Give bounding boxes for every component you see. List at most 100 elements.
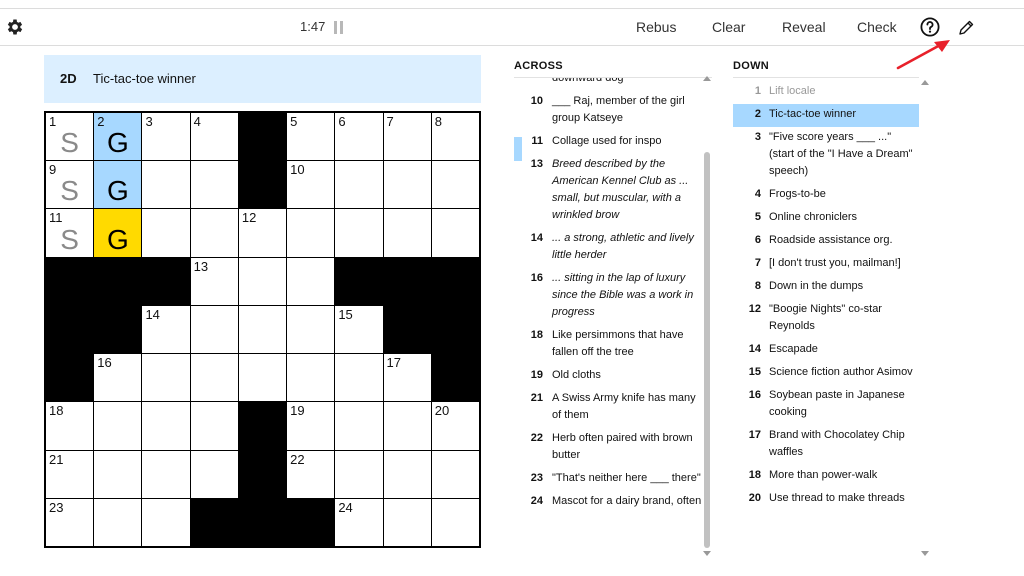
down-clue-item[interactable]: 18 More than power-walk — [733, 465, 919, 488]
grid-cell[interactable]: 7 — [383, 113, 431, 161]
grid-cell[interactable]: 16 — [94, 354, 142, 402]
grid-cell[interactable] — [238, 305, 287, 354]
grid-cell[interactable] — [335, 402, 383, 450]
grid-cell[interactable]: G — [94, 209, 142, 257]
grid-cell[interactable] — [335, 161, 383, 209]
grid-cell[interactable]: 12 — [238, 209, 287, 257]
grid-cell[interactable]: 23 — [46, 498, 94, 546]
down-scrollbar[interactable] — [921, 80, 929, 556]
grid-cell[interactable]: 2G — [94, 113, 142, 161]
grid-cell[interactable] — [94, 402, 142, 450]
grid-cell[interactable] — [431, 209, 479, 257]
grid-cell[interactable] — [287, 209, 335, 257]
grid-cell[interactable] — [190, 402, 238, 450]
check-button[interactable]: Check — [857, 19, 897, 35]
pause-icon[interactable] — [334, 21, 344, 34]
grid-cell[interactable] — [190, 209, 238, 257]
grid-cell[interactable]: 8 — [431, 113, 479, 161]
grid-cell[interactable] — [142, 354, 190, 402]
grid-cell[interactable] — [142, 402, 190, 450]
grid-cell[interactable]: 14 — [142, 305, 190, 354]
grid-cell[interactable]: 24 — [335, 498, 383, 546]
across-scrollbar[interactable] — [703, 76, 711, 556]
help-icon[interactable] — [920, 17, 940, 37]
grid-cell[interactable]: 18 — [46, 402, 94, 450]
down-clue-list[interactable]: 1 Lift locale 2 Tic-tac-toe winner 3 "Five sc… — [733, 77, 919, 557]
across-clue-item[interactable]: 11 Collage used for inspo — [514, 131, 712, 161]
grid-cell[interactable]: 20 — [431, 402, 479, 450]
grid-cell[interactable]: 4 — [190, 113, 238, 161]
across-clue-item[interactable]: 21 A Swiss Army knife has many of them — [514, 388, 712, 428]
grid-cell[interactable]: 17 — [383, 354, 431, 402]
pencil-icon[interactable] — [957, 19, 975, 37]
grid-cell[interactable] — [383, 161, 431, 209]
grid-cell[interactable]: 6 — [335, 113, 383, 161]
grid-cell[interactable] — [190, 161, 238, 209]
grid-cell[interactable] — [190, 305, 238, 354]
grid-cell[interactable] — [287, 354, 335, 402]
across-clue-item[interactable]: 24 Mascot for a dairy brand, often — [514, 491, 712, 514]
grid-cell[interactable]: 5 — [287, 113, 335, 161]
grid-cell[interactable] — [238, 354, 287, 402]
down-clue-item[interactable]: 14 Escapade — [733, 339, 919, 362]
grid-cell[interactable] — [383, 402, 431, 450]
across-clue-item[interactable]: 18 Like persimmons that have fallen off t… — [514, 325, 712, 365]
clear-button[interactable]: Clear — [712, 19, 745, 35]
grid-cell[interactable] — [431, 450, 479, 498]
down-clue-item[interactable]: 4 Frogs-to-be — [733, 184, 919, 207]
grid-cell[interactable] — [142, 498, 190, 546]
grid-cell[interactable] — [431, 161, 479, 209]
grid-cell[interactable] — [335, 354, 383, 402]
down-clue-item[interactable]: 16 Soybean paste in Japanese cooking — [733, 385, 919, 425]
grid-cell[interactable] — [287, 305, 335, 354]
grid-cell[interactable] — [383, 498, 431, 546]
grid-cell[interactable]: 22 — [287, 450, 335, 498]
across-clue-item[interactable]: 14 ... a strong, athletic and lively litt… — [514, 228, 712, 268]
across-clue-item[interactable]: 13 Breed described by the American Kennel… — [514, 154, 712, 228]
grid-cell[interactable] — [383, 209, 431, 257]
grid-cell[interactable] — [142, 450, 190, 498]
down-clue-item[interactable]: 5 Online chroniclers — [733, 207, 919, 230]
grid-cell[interactable] — [94, 498, 142, 546]
down-clue-item[interactable]: 12 "Boogie Nights" co-star Reynolds — [733, 299, 919, 339]
grid-cell[interactable]: 10 — [287, 161, 335, 209]
grid-cell[interactable] — [335, 209, 383, 257]
grid-cell[interactable]: 15 — [335, 305, 383, 354]
down-clue-item[interactable]: 20 Use thread to make threads — [733, 488, 919, 511]
grid-cell[interactable] — [142, 209, 190, 257]
grid-cell[interactable]: 3 — [142, 113, 190, 161]
grid-cell[interactable]: 19 — [287, 402, 335, 450]
down-clue-item[interactable]: 6 Roadside assistance org. — [733, 230, 919, 253]
down-clue-item[interactable]: 2 Tic-tac-toe winner — [733, 104, 919, 127]
grid-cell[interactable] — [238, 257, 287, 305]
down-clue-item[interactable]: 8 Down in the dumps — [733, 276, 919, 299]
down-clue-item[interactable]: 3 "Five score years ___ ..." (start of th… — [733, 127, 919, 184]
grid-cell[interactable]: 13 — [190, 257, 238, 305]
grid-cell[interactable] — [190, 450, 238, 498]
grid-cell[interactable] — [335, 450, 383, 498]
grid-cell[interactable]: 21 — [46, 450, 94, 498]
grid-cell[interactable] — [94, 450, 142, 498]
across-clue-list[interactable]: downward dog 10 ___ Raj, member of the gir… — [514, 77, 712, 557]
across-clue-item[interactable]: downward dog — [514, 78, 712, 91]
grid-cell[interactable] — [287, 257, 335, 305]
grid-cell[interactable] — [383, 450, 431, 498]
across-clue-item[interactable]: 16 ... sitting in the lap of luxury since… — [514, 268, 712, 325]
rebus-button[interactable]: Rebus — [636, 19, 676, 35]
grid-cell[interactable] — [142, 161, 190, 209]
down-clue-item[interactable]: 15 Science fiction author Asimov — [733, 362, 919, 385]
reveal-button[interactable]: Reveal — [782, 19, 826, 35]
across-clue-item[interactable]: 22 Herb often paired with brown butter — [514, 428, 712, 468]
across-clue-item[interactable]: 10 ___ Raj, member of the girl group Kats… — [514, 91, 712, 131]
grid-cell[interactable]: 9S — [46, 161, 94, 209]
grid-cell[interactable] — [190, 354, 238, 402]
gear-icon[interactable] — [5, 17, 25, 37]
grid-cell[interactable]: 1S — [46, 113, 94, 161]
down-clue-item[interactable]: 1 Lift locale — [733, 81, 919, 104]
down-clue-item[interactable]: 17 Brand with Chocolatey Chip waffles — [733, 425, 919, 465]
grid-cell[interactable]: 11 S — [46, 209, 94, 257]
across-clue-item[interactable]: 19 Old cloths — [514, 365, 712, 388]
across-clue-item[interactable]: 23 "That's neither here ___ there" — [514, 468, 712, 491]
grid-cell[interactable]: G — [94, 161, 142, 209]
grid-cell[interactable] — [431, 498, 479, 546]
